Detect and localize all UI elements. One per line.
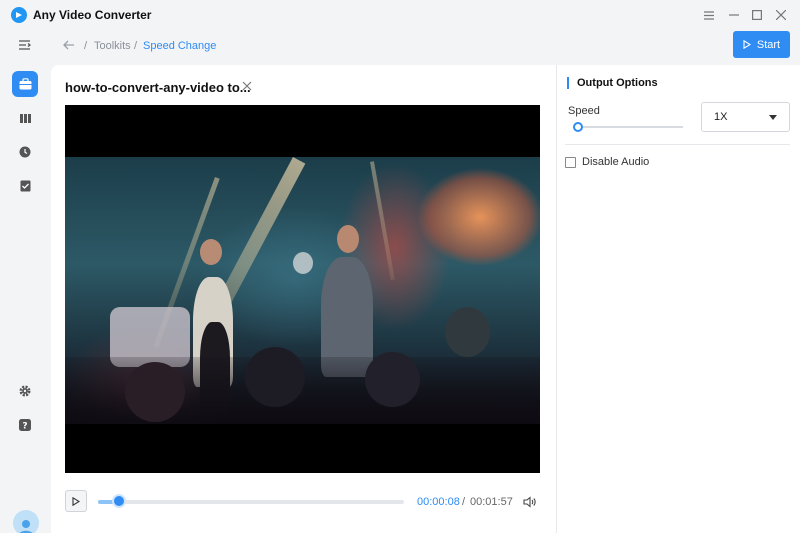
preview-panel: how-to-convert-any-video to... 00:00:08 … [51,65,556,533]
start-button[interactable]: Start [733,31,790,58]
play-outline-icon [743,40,751,49]
settings-icon [19,385,31,397]
speed-select[interactable]: 1X [701,102,790,132]
speed-select-value: 1X [714,111,728,123]
film-icon [19,113,31,123]
breadcrumb-toolkits[interactable]: Toolkits [94,40,131,52]
app-title: Any Video Converter [33,8,152,22]
user-icon [19,520,33,533]
current-time: 00:00:08 [417,496,460,508]
video-frame [65,157,540,424]
output-options-panel: Output Options Speed 1X Disable Audio [556,65,800,533]
file-name: how-to-convert-any-video to... [65,80,251,95]
breadcrumb-speed-change: Speed Change [143,40,217,52]
sidebar-item-help[interactable]: ? [12,412,38,438]
toolbox-icon [19,78,31,90]
help-icon: ? [19,419,31,431]
seek-handle[interactable] [112,494,127,508]
breadcrumb-separator: / [134,40,138,52]
video-preview[interactable] [65,105,540,473]
play-button[interactable] [65,490,87,512]
sidebar-item-history[interactable] [12,139,38,165]
sidebar-item-toolkits[interactable] [12,71,38,97]
start-button-label: Start [756,38,781,51]
breadcrumb-separator: / [84,40,88,52]
disable-audio-label[interactable]: Disable Audio [582,156,649,168]
maximize-button[interactable] [748,6,766,24]
sidebar-item-library[interactable] [12,105,38,131]
divider [565,144,790,145]
volume-icon[interactable] [523,495,537,509]
avatar[interactable] [13,510,39,533]
total-time: 00:01:57 [470,496,513,508]
collapse-menu-icon[interactable] [12,32,38,58]
seek-bar[interactable] [98,500,404,504]
speed-label: Speed [568,105,600,117]
hamburger-menu-icon[interactable] [700,6,718,24]
sidebar-item-tasks[interactable] [12,173,38,199]
back-arrow-icon[interactable] [62,38,76,52]
close-window-button[interactable] [772,6,790,24]
remove-file-icon[interactable] [242,81,254,93]
disable-audio-checkbox[interactable] [565,157,576,168]
speed-slider[interactable] [577,126,683,128]
sidebar-item-settings[interactable] [12,378,38,404]
time-separator: / [462,496,466,508]
svg-text:?: ? [22,422,27,432]
output-options-title: Output Options [567,77,658,89]
play-icon [72,496,80,506]
caret-down-icon [769,114,777,120]
title-bar: Any Video Converter [0,0,800,30]
minimize-button[interactable] [725,6,743,24]
speed-slider-handle[interactable] [573,122,583,132]
sidebar: ? [0,30,51,533]
clock-icon [19,146,31,158]
app-logo-icon [11,7,27,23]
task-icon [20,180,30,192]
